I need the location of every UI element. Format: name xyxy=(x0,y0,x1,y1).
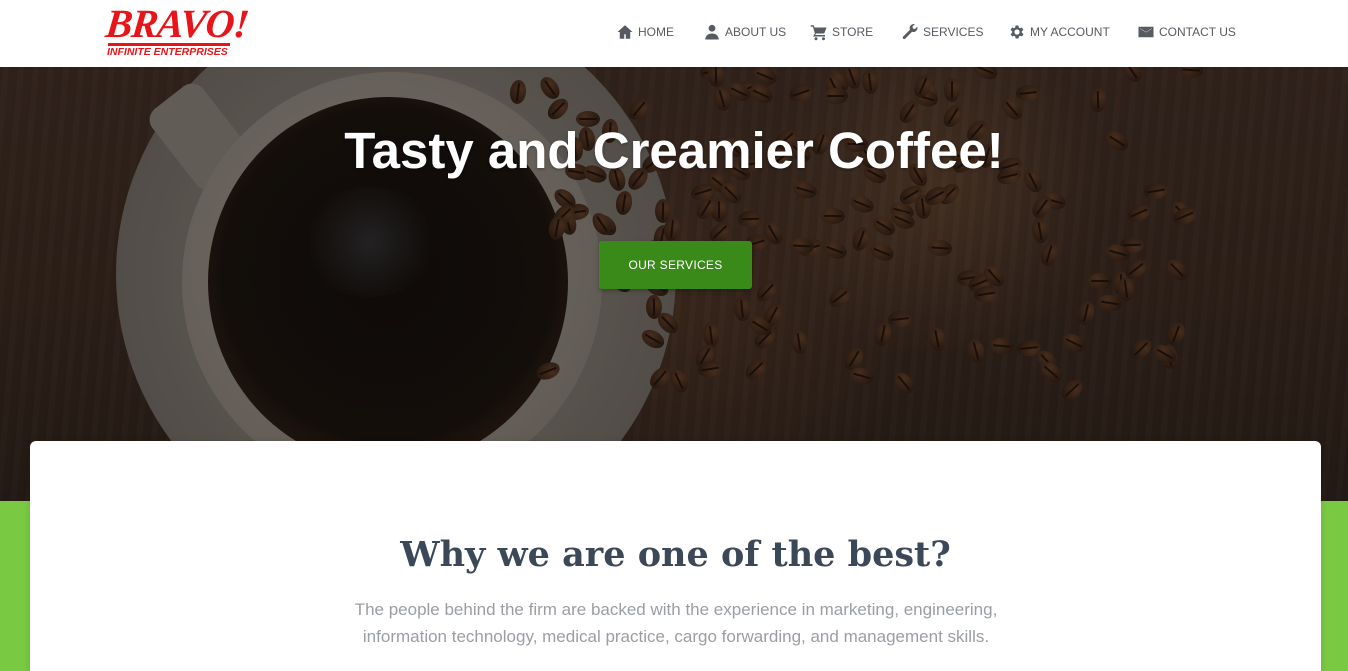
nav-item-services[interactable]: SERVICES xyxy=(901,22,983,42)
hero-section: Tasty and Creamier Coffee! OUR SERVICES xyxy=(0,67,1348,501)
features-card: Why we are one of the best? The people b… xyxy=(30,441,1321,671)
nav-item-store[interactable]: STORE xyxy=(810,22,873,42)
nav-item-label: CONTACT US xyxy=(1159,25,1236,39)
site-header: BRAVO! INFINITE ENTERPRISES HOME ABOUT U… xyxy=(0,0,1348,67)
nav-item-label: STORE xyxy=(832,25,874,39)
wrench-icon xyxy=(902,23,918,40)
section-title: Why we are one of the best? xyxy=(400,534,951,575)
section-description: The people behind the firm are backed wi… xyxy=(354,600,998,646)
nav-item-label: HOME xyxy=(638,25,674,39)
nav-item-contact-us[interactable]: CONTACT US xyxy=(1137,22,1236,42)
hero-title: Tasty and Creamier Coffee! xyxy=(344,122,1004,179)
nav-item-my-account[interactable]: MY ACCOUNT xyxy=(1008,22,1110,42)
nav-item-label: SERVICES xyxy=(923,25,984,39)
nav-item-about-us[interactable]: ABOUT US xyxy=(703,22,786,42)
user-icon xyxy=(705,24,719,40)
nav-item-label: MY ACCOUNT xyxy=(1030,25,1110,39)
our-services-button[interactable]: OUR SERVICES xyxy=(599,241,752,289)
main-nav: HOME ABOUT US STORE SERVICES MY ACCOUNT … xyxy=(0,0,1348,67)
gear-icon xyxy=(1010,25,1024,39)
cart-icon xyxy=(810,25,827,41)
envelope-icon xyxy=(1138,26,1154,38)
nav-item-home[interactable]: HOME xyxy=(616,22,674,42)
nav-item-label: ABOUT US xyxy=(725,25,787,39)
home-icon xyxy=(617,25,633,39)
